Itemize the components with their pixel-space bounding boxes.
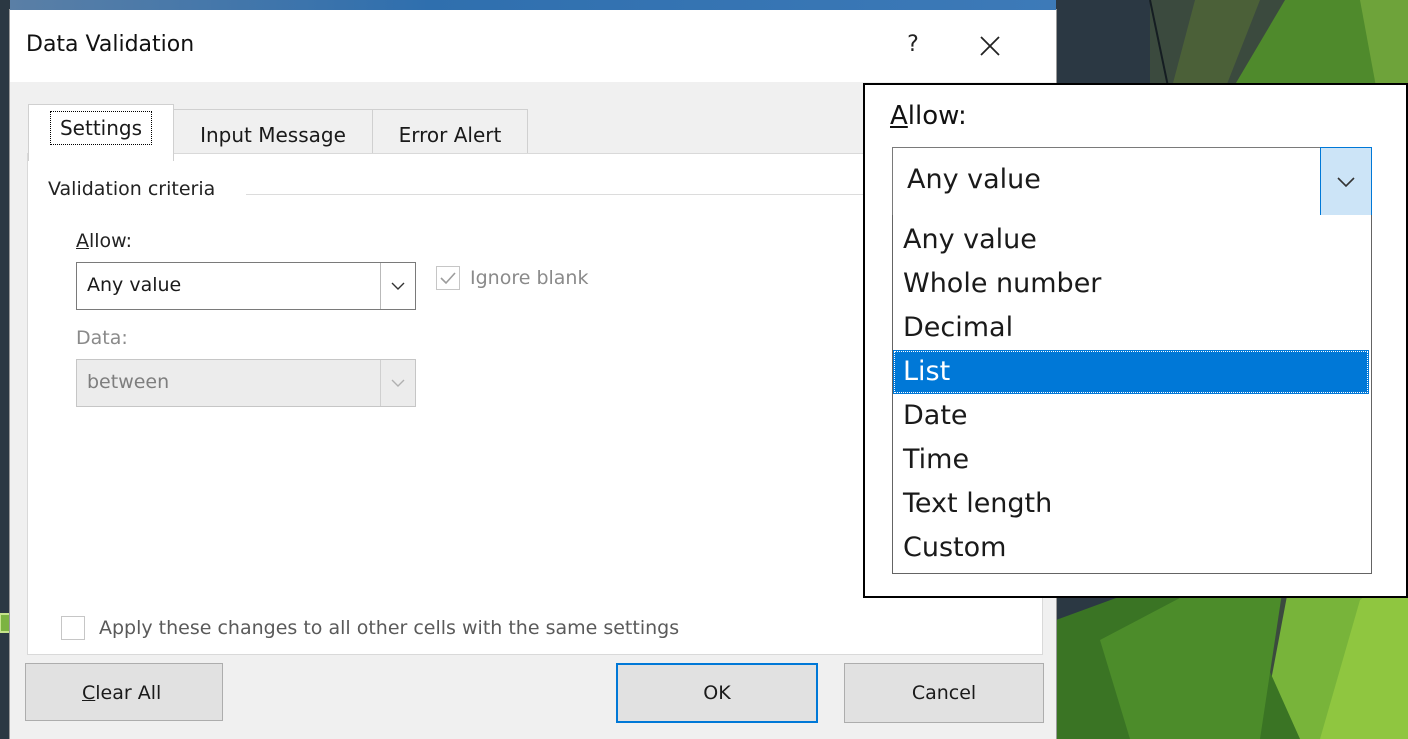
ok-button[interactable]: OK [616, 663, 818, 723]
allow-options-list: Any value Whole number Decimal List Date… [892, 215, 1372, 574]
close-icon [980, 36, 1000, 56]
clear-all-button[interactable]: Clear All [25, 663, 223, 721]
option-whole-number[interactable]: Whole number [893, 262, 1369, 306]
tab-error-alert-label: Error Alert [398, 123, 502, 147]
dialog-titlebar: Data Validation ? [10, 10, 1056, 82]
ignore-blank-checkbox[interactable] [436, 266, 460, 290]
option-list[interactable]: List [893, 350, 1369, 394]
data-dropdown-value: between [87, 371, 170, 393]
data-dropdown-arrow[interactable] [380, 360, 415, 406]
ignore-blank-label: Ignore blank [470, 267, 589, 289]
apply-all-checkbox[interactable] [61, 616, 85, 640]
allow-dropdown-value: Any value [87, 274, 182, 296]
chevron-down-icon [391, 282, 405, 290]
chevron-down-icon [391, 379, 405, 387]
callout-allow-value: Any value [907, 164, 1041, 195]
tab-input-message[interactable]: Input Message [172, 109, 374, 155]
option-custom[interactable]: Custom [893, 526, 1369, 570]
tab-input-message-label: Input Message [200, 123, 346, 147]
tab-error-alert[interactable]: Error Alert [372, 109, 528, 155]
option-date[interactable]: Date [893, 394, 1369, 438]
help-button[interactable]: ? [898, 28, 928, 62]
dialog-title: Data Validation [26, 32, 195, 57]
chevron-down-icon [1337, 177, 1355, 188]
callout-allow-label: Allow: [890, 101, 967, 131]
close-button[interactable] [968, 24, 1012, 68]
allow-dropdown[interactable]: Any value [76, 262, 416, 310]
allow-dropdown-zoom-callout: Allow: Any value Any value Whole number … [863, 83, 1408, 598]
callout-dropdown-arrow[interactable] [1320, 147, 1372, 217]
option-decimal[interactable]: Decimal [893, 306, 1369, 350]
option-any-value[interactable]: Any value [893, 218, 1369, 262]
callout-allow-dropdown[interactable]: Any value [892, 147, 1372, 217]
option-time[interactable]: Time [893, 438, 1369, 482]
data-dropdown[interactable]: between [76, 359, 416, 407]
allow-label: Allow: [76, 230, 133, 252]
window-top-strip [10, 0, 1056, 10]
allow-dropdown-arrow[interactable] [380, 263, 415, 309]
tab-settings-label: Settings [49, 111, 153, 145]
cancel-button[interactable]: Cancel [844, 663, 1044, 723]
data-label: Data: [76, 327, 128, 349]
tab-settings[interactable]: Settings [28, 104, 174, 161]
validation-criteria-label: Validation criteria [48, 178, 224, 200]
option-text-length[interactable]: Text length [893, 482, 1369, 526]
checkmark-icon [440, 272, 456, 285]
apply-all-label: Apply these changes to all other cells w… [99, 617, 680, 639]
